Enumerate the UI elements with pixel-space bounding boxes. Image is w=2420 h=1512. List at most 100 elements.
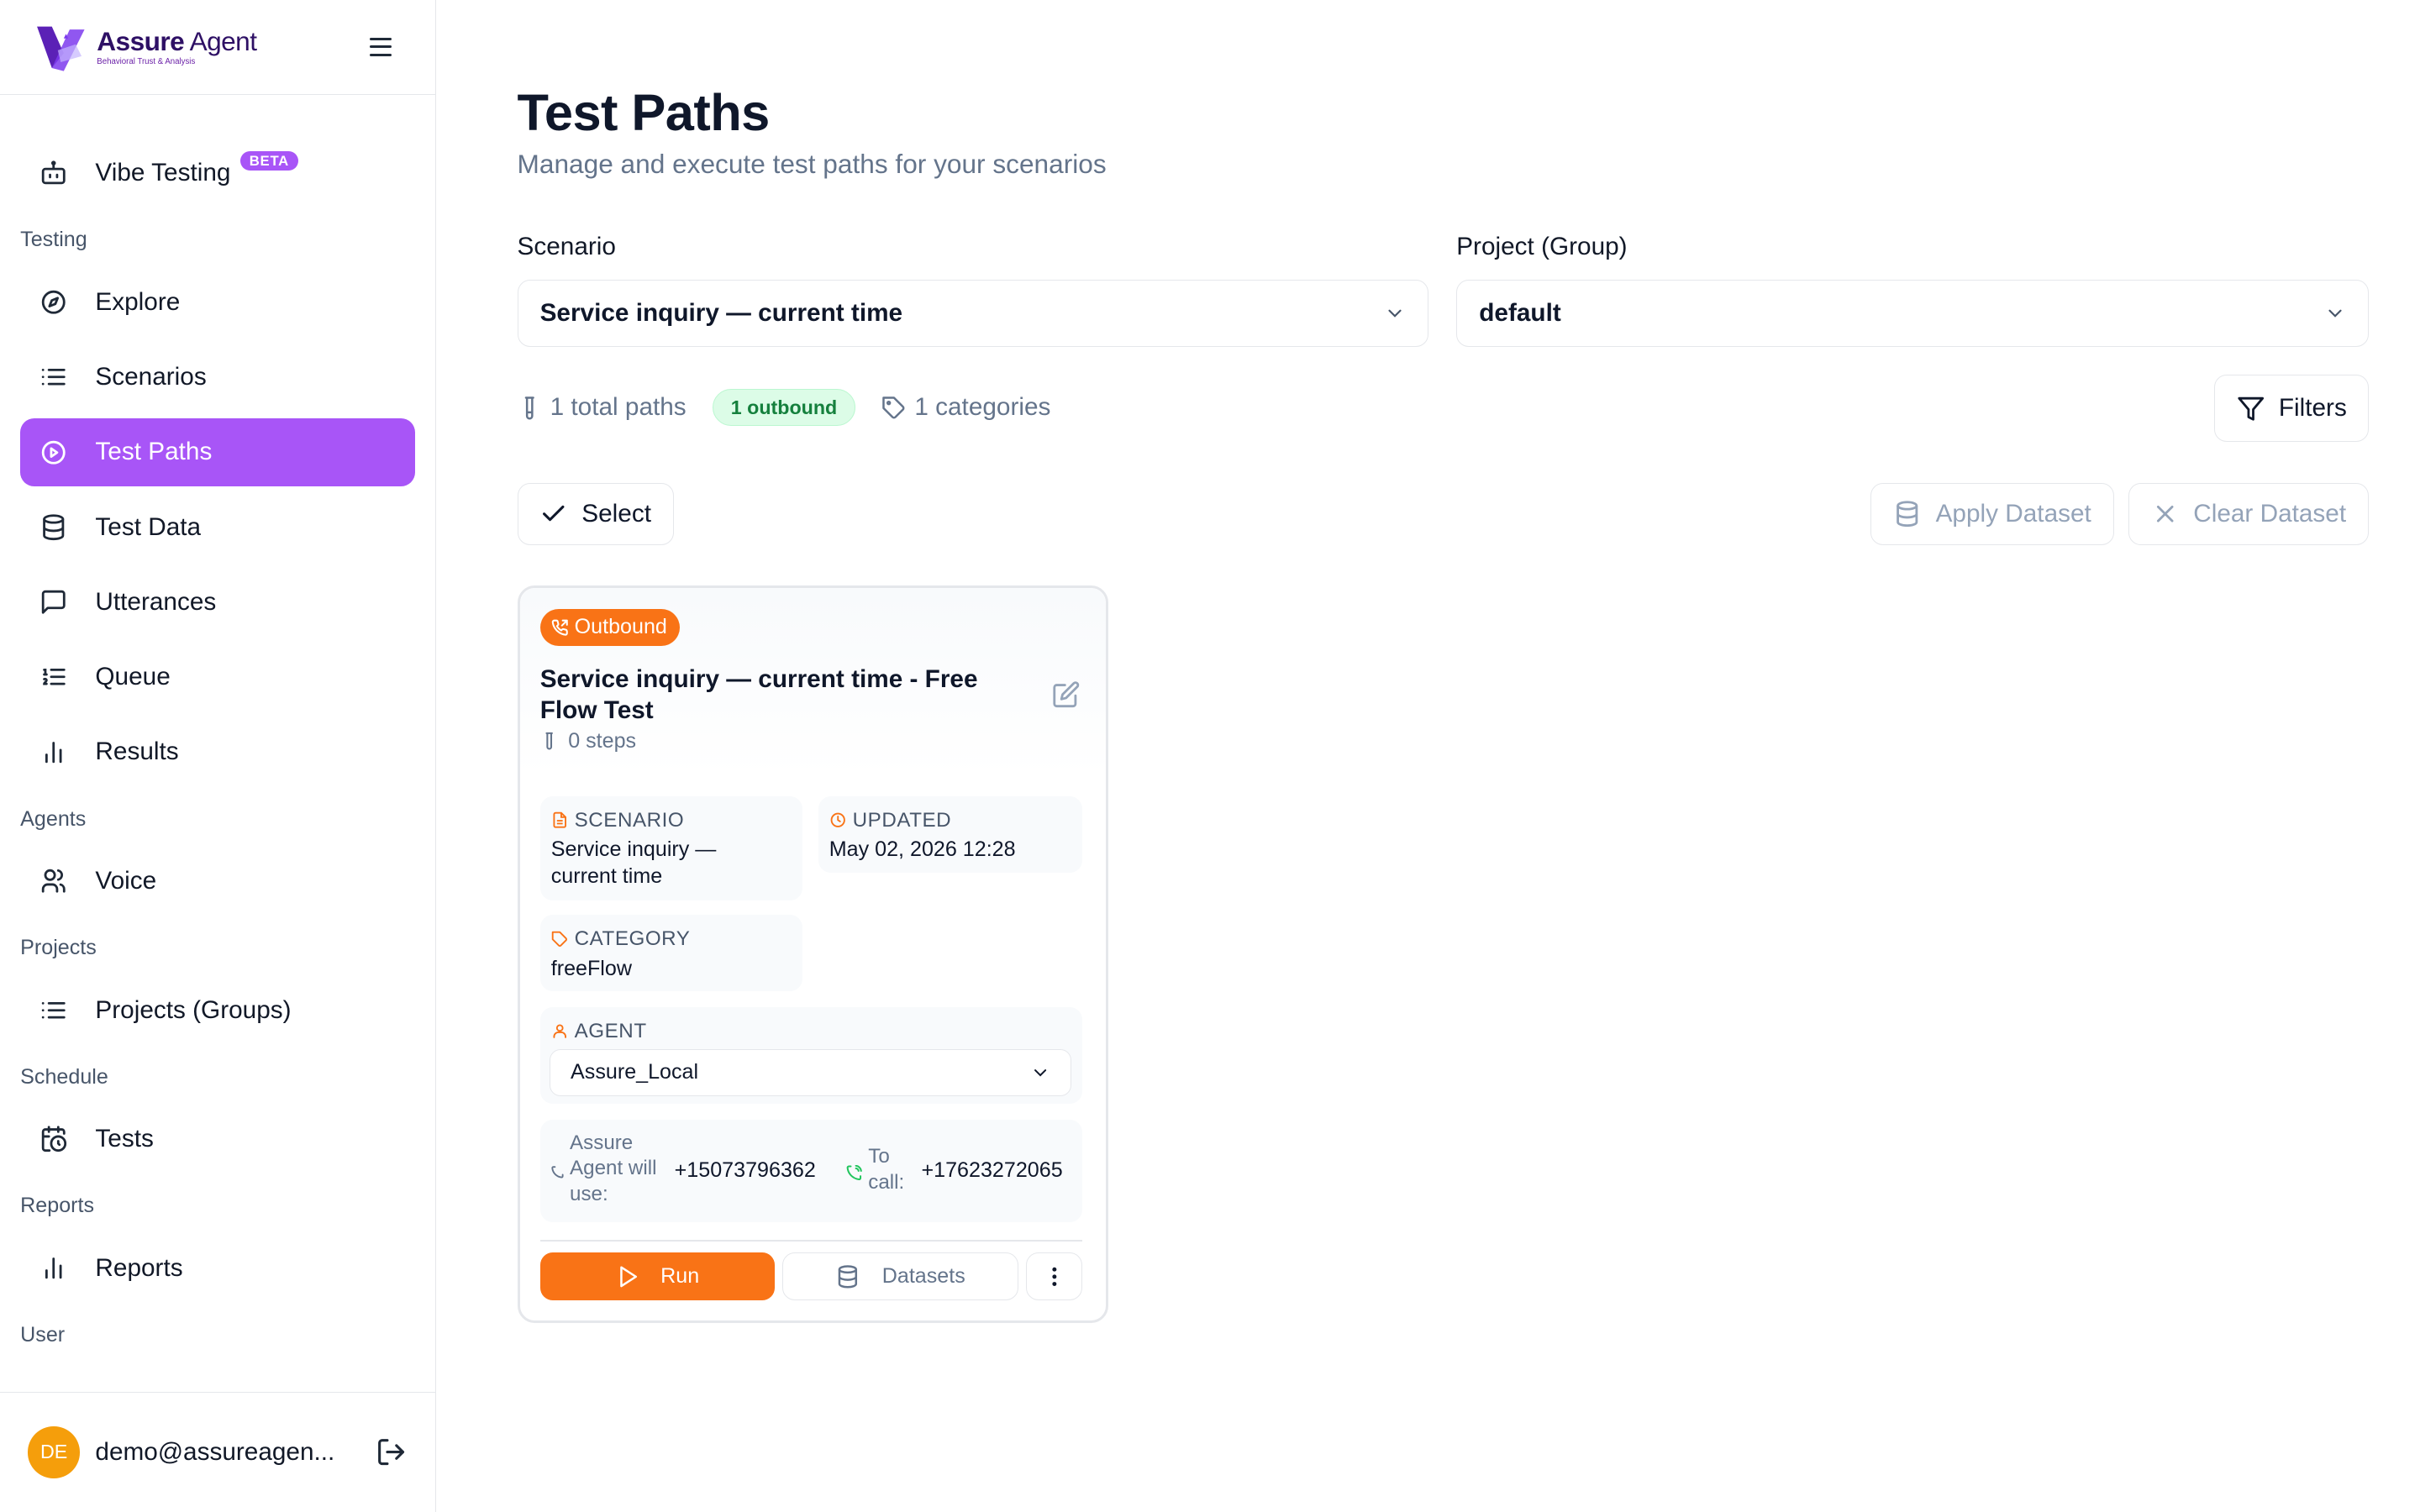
more-options-button[interactable] (1026, 1252, 1083, 1301)
clear-dataset-button[interactable]: Clear Dataset (2128, 482, 2370, 546)
project-select[interactable]: default (1456, 279, 2370, 347)
sidebar-item-utterances[interactable]: Utterances (20, 568, 415, 637)
scenario-info-value: Service inquiry — current time (550, 837, 717, 888)
test-tube-icon (545, 732, 553, 750)
page-subtitle: Manage and execute test paths for your s… (517, 148, 1107, 179)
scenario-select[interactable]: Service inquiry — current time (517, 279, 1428, 347)
chevron-down-icon (1388, 309, 1402, 318)
scenario-info: SCENARIO Service inquiry — current time (539, 795, 803, 901)
card-divider (539, 1239, 1083, 1242)
section-label-testing: Testing (20, 228, 87, 252)
filters-button[interactable]: Filters (2214, 375, 2370, 443)
select-button[interactable]: Select (517, 482, 674, 546)
agent-select[interactable]: Assure_Local (549, 1048, 1071, 1096)
agent-info-label: AGENT (574, 1019, 647, 1042)
more-vertical-icon (1052, 1267, 1057, 1286)
to-number: +17623272065 (921, 1158, 1063, 1183)
sidebar-item-label: Scenarios (95, 363, 207, 391)
sidebar-item-queue[interactable]: Queue (20, 643, 415, 711)
message-square-icon (39, 587, 68, 617)
updated-info-value: May 02, 2026 12:28 (829, 837, 1016, 862)
sidebar-item-voice[interactable]: Voice (20, 847, 415, 916)
file-text-icon (553, 812, 566, 829)
section-label-agents: Agents (20, 806, 87, 831)
user-email: demo@assureagen... (95, 1437, 335, 1466)
database-icon (1897, 501, 1918, 528)
agent-select-value: Assure_Local (571, 1060, 699, 1084)
brand-logo-icon[interactable] (31, 18, 91, 77)
sidebar-item-label: Queue (95, 663, 171, 691)
compass-icon (39, 287, 68, 317)
sidebar-item-label: Voice (95, 867, 157, 895)
run-button[interactable]: Run (539, 1252, 775, 1301)
tag-icon (551, 931, 567, 947)
sidebar-item-test-data[interactable]: Test Data (20, 493, 415, 562)
sidebar-item-label: Test Data (95, 512, 202, 541)
users-icon (39, 866, 68, 895)
check-icon (543, 505, 565, 522)
bar-chart-icon (39, 1253, 68, 1283)
robot-icon (39, 159, 68, 188)
play-circle-icon (39, 438, 68, 467)
sidebar-item-label: Utterances (95, 587, 217, 616)
beta-badge: BETA (239, 150, 299, 171)
agent-info: AGENT Assure_Local (539, 1006, 1083, 1105)
updated-info-label: UPDATED (852, 808, 952, 832)
sidebar-item-results[interactable]: Results (20, 718, 415, 787)
datasets-button[interactable]: Datasets (781, 1252, 1018, 1301)
updated-info: UPDATED May 02, 2026 12:28 (818, 795, 1083, 873)
sidebar-item-test-paths[interactable]: Test Paths (20, 417, 415, 487)
sidebar-item-reports[interactable]: Reports (20, 1234, 415, 1303)
scenario-info-label: SCENARIO (574, 808, 685, 832)
to-label: To call: (868, 1145, 905, 1194)
chevron-down-icon (2328, 309, 2342, 318)
clear-dataset-label: Clear Dataset (2193, 499, 2347, 528)
categories-count: 1 categories (914, 393, 1051, 422)
test-tube-icon (524, 396, 534, 419)
apply-dataset-label: Apply Dataset (1935, 499, 2091, 528)
datasets-button-label: Datasets (881, 1264, 965, 1289)
apply-dataset-button[interactable]: Apply Dataset (1870, 482, 2115, 546)
from-label: Assure Agent will use: (570, 1131, 657, 1206)
brand-name-light: Agent (184, 25, 257, 56)
avatar[interactable]: DE (28, 1426, 80, 1478)
category-info-label: CATEGORY (574, 927, 691, 950)
sidebar-header: Assure Agent Behavioral Trust & Analysis (0, 0, 435, 96)
chevron-down-icon (1034, 1068, 1046, 1077)
project-select-value: default (1479, 298, 1561, 327)
bar-chart-icon (39, 738, 68, 767)
database-icon (838, 1264, 857, 1289)
logout-icon[interactable] (376, 1436, 407, 1467)
steps-count-label: 0 steps (568, 728, 637, 753)
from-number: +15073796362 (674, 1158, 816, 1183)
phone-call-icon (846, 1164, 862, 1180)
test-path-card: Outbound Service inquiry — current time … (517, 585, 1108, 1324)
page-title: Test Paths (517, 83, 771, 142)
sidebar-item-label: Vibe Testing (95, 159, 231, 187)
sidebar-user: DE demo@assureagen... (0, 1391, 435, 1512)
list-ordered-icon (39, 663, 68, 692)
sidebar-item-vibe-testing[interactable]: Vibe Testing BETA (20, 139, 415, 208)
sidebar-item-scenarios[interactable]: Scenarios (20, 343, 415, 412)
sidebar-item-projects-groups[interactable]: Projects (Groups) (20, 976, 415, 1045)
sidebar-item-label: Reports (95, 1253, 183, 1282)
sidebar-item-tests[interactable]: Tests (20, 1105, 415, 1173)
outbound-count-badge: 1 outbound (713, 389, 855, 427)
clock-icon (830, 812, 845, 828)
section-label-user: User (20, 1322, 66, 1347)
brand-tagline: Behavioral Trust & Analysis (97, 57, 196, 67)
section-label-schedule: Schedule (20, 1064, 108, 1089)
close-icon (2157, 506, 2174, 522)
calendar-clock-icon (39, 1125, 68, 1154)
scenario-select-value: Service inquiry — current time (539, 298, 903, 327)
section-label-reports: Reports (20, 1194, 95, 1218)
sidebar-item-explore[interactable]: Explore (20, 268, 415, 337)
sidebar: Assure Agent Behavioral Trust & Analysis… (0, 0, 436, 1512)
card-title: Service inquiry — current time - Free Fl… (539, 664, 978, 724)
filters-button-label: Filters (2278, 394, 2347, 423)
edit-icon[interactable] (1052, 680, 1080, 708)
project-label: Project (Group) (1456, 233, 1628, 261)
menu-toggle-icon[interactable] (369, 34, 392, 60)
select-button-label: Select (581, 499, 651, 528)
database-icon (39, 512, 68, 542)
